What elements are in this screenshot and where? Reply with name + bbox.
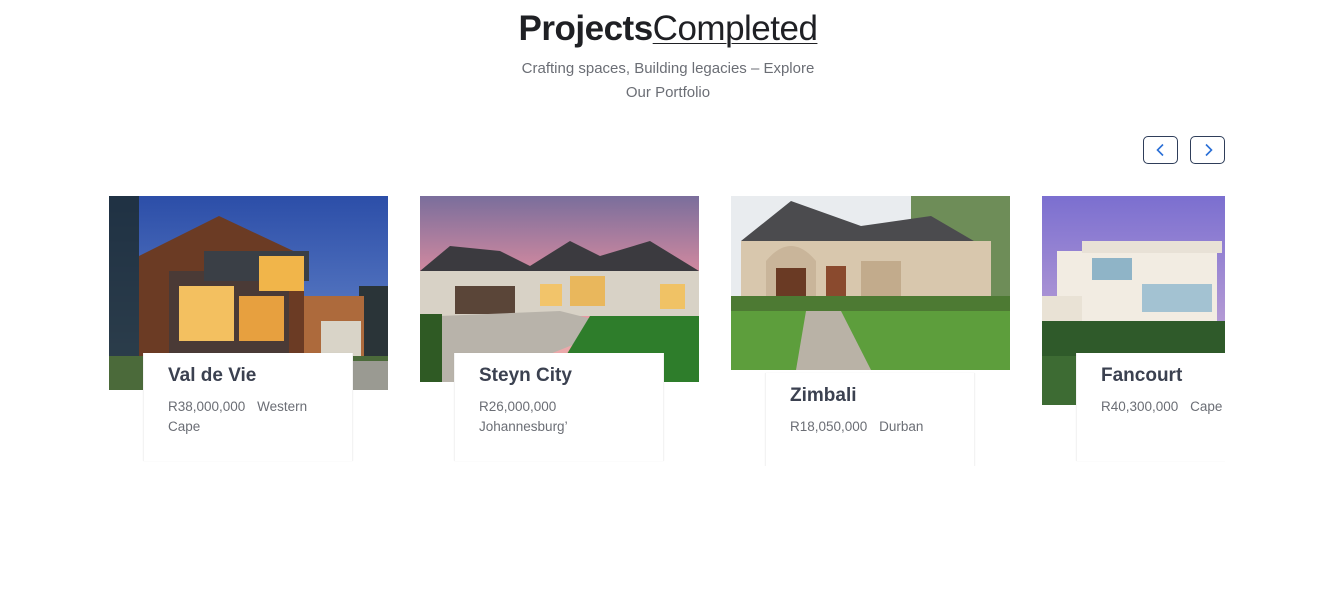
projects-section: ProjectsCompleted Crafting spaces, Build… xyxy=(0,0,1336,605)
project-meta: R38,000,000 Western Cape xyxy=(168,397,338,437)
project-meta: R18,050,000 Durban xyxy=(790,417,960,437)
carousel-prev-button[interactable] xyxy=(1143,136,1178,164)
section-subtitle: Crafting spaces, Building legacies – Exp… xyxy=(521,60,815,101)
title-light: Completed xyxy=(652,9,818,48)
title-strong: Projects xyxy=(518,9,654,48)
project-name: Zimbali xyxy=(790,385,857,406)
project-card[interactable]: Fancourt R40,300,000 Cape Town xyxy=(1042,196,1225,466)
project-name: Fancourt xyxy=(1101,365,1183,386)
projects-carousel[interactable]: Val de Vie R38,000,000 Western Cape Stey… xyxy=(109,196,1225,466)
project-name: Val de Vie xyxy=(168,365,257,386)
project-info: Zimbali R18,050,000 Durban xyxy=(765,373,975,466)
project-info: Steyn City R26,000,000 Johannesburg’ xyxy=(454,353,664,461)
project-price: R40,300,000 xyxy=(1101,399,1179,414)
section-title: ProjectsCompleted xyxy=(0,8,1336,50)
project-info: Fancourt R40,300,000 Cape Town xyxy=(1076,353,1225,461)
project-meta: R40,300,000 Cape Town xyxy=(1101,397,1225,417)
project-location: Cape Town xyxy=(1190,399,1225,414)
project-name: Steyn City xyxy=(479,365,572,386)
project-price: R18,050,000 xyxy=(790,419,868,434)
project-card[interactable]: Zimbali R18,050,000 Durban xyxy=(731,196,1010,466)
project-location: Durban xyxy=(879,419,924,434)
project-card[interactable]: Val de Vie R38,000,000 Western Cape xyxy=(109,196,388,466)
chevron-right-icon xyxy=(1204,143,1213,157)
project-price: R26,000,000 xyxy=(479,399,557,414)
chevron-left-icon xyxy=(1155,143,1164,157)
project-meta: R26,000,000 Johannesburg’ xyxy=(479,397,649,437)
project-location: Johannesburg’ xyxy=(479,419,568,434)
project-info: Val de Vie R38,000,000 Western Cape xyxy=(143,353,353,461)
project-photo xyxy=(731,196,1010,370)
project-card[interactable]: Steyn City R26,000,000 Johannesburg’ xyxy=(420,196,699,466)
carousel-next-button[interactable] xyxy=(1190,136,1225,164)
project-price: R38,000,000 xyxy=(168,399,246,414)
